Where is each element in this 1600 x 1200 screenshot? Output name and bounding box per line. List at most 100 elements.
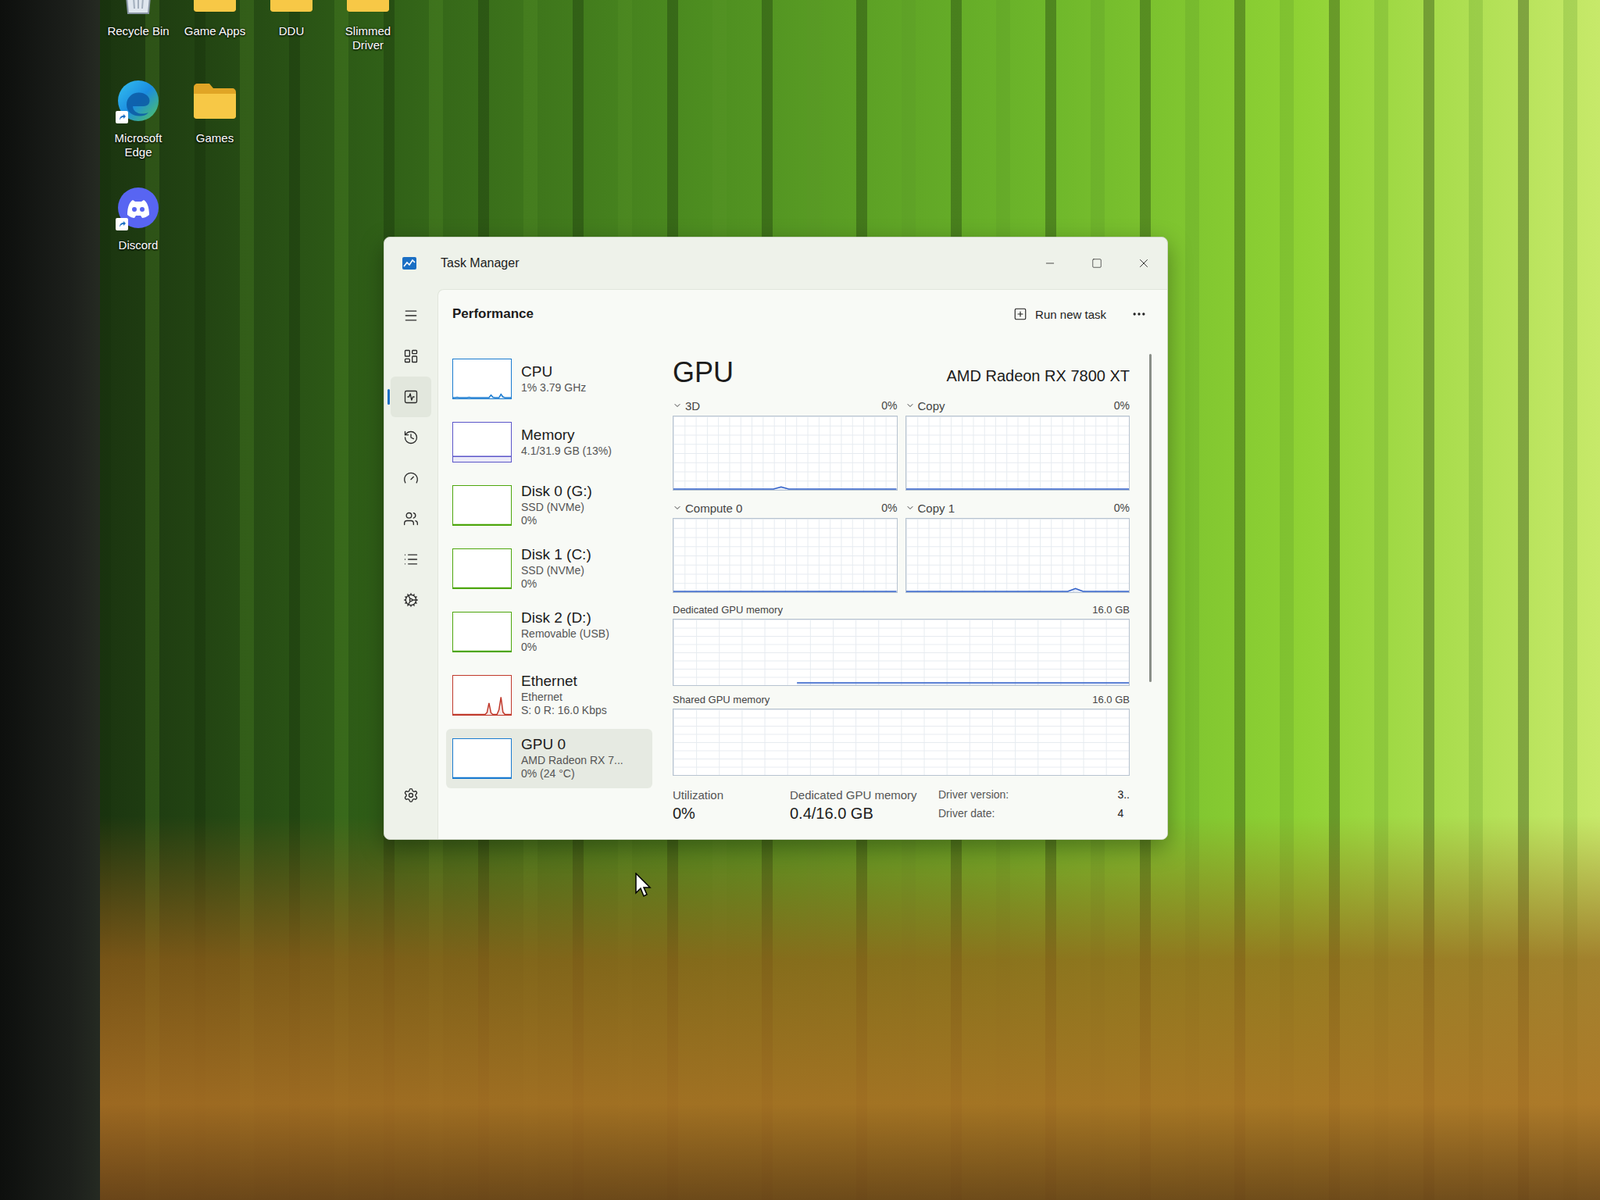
chart-area — [796, 682, 1129, 686]
device-item[interactable]: EthernetEthernetS: 0 R: 16.0 Kbps — [446, 665, 653, 725]
engine-label-row[interactable]: Copy0% — [905, 399, 1131, 413]
window-controls — [1026, 237, 1168, 290]
device-thumbnail — [452, 421, 512, 463]
nav-button[interactable] — [390, 417, 432, 458]
services-icon — [403, 592, 419, 608]
scrollbar[interactable] — [1149, 353, 1152, 683]
monitor-bezel — [0, 0, 100, 1200]
engine-chart — [906, 518, 1130, 593]
memory-max: 16.0 GB — [1092, 603, 1130, 616]
nav-button[interactable] — [390, 539, 432, 580]
desktop-icon[interactable]: Microsoft Edge — [100, 70, 177, 178]
maximize-button[interactable] — [1073, 237, 1121, 290]
folder-icon — [268, 0, 315, 14]
run-new-task-button[interactable]: Run new task — [1005, 302, 1115, 326]
device-chart — [453, 359, 511, 399]
device-detail: 0% (24 °C) — [521, 767, 624, 782]
device-detail: Removable (USB) — [521, 627, 610, 642]
desktop-icon[interactable]: Game Apps — [176, 0, 254, 71]
task-manager-icon — [401, 255, 418, 272]
nav-button[interactable] — [390, 579, 432, 621]
device-item[interactable]: GPU 0AMD Radeon RX 7...0% (24 °C) — [446, 728, 653, 789]
device-text: Disk 1 (C:)SSD (NVMe)0% — [521, 546, 592, 592]
shortcut-badge — [115, 217, 129, 231]
desktop-icon[interactable]: Recycle Bin — [100, 0, 177, 71]
device-detail: 0% — [521, 640, 610, 655]
chart-line — [453, 777, 511, 779]
chart-area — [453, 524, 511, 525]
engine-reading: 0% — [1114, 399, 1130, 412]
folder-icon — [192, 0, 238, 14]
device-item[interactable]: Disk 1 (C:)SSD (NVMe)0% — [446, 539, 653, 599]
desktop-icon-image — [114, 76, 163, 125]
mouse-cursor-icon — [635, 872, 653, 898]
device-thumbnail — [452, 485, 512, 526]
device-text: GPU 0AMD Radeon RX 7...0% (24 °C) — [521, 735, 624, 782]
device-name: GPU 0 — [521, 735, 624, 754]
device-detail: SSD (NVMe) — [521, 564, 592, 579]
engine-reading: 0% — [881, 399, 897, 412]
device-detail: 1% 3.79 GHz — [521, 381, 586, 396]
desktop-icon-image — [343, 0, 393, 18]
desktop-icon-row: Microsoft EdgeGames — [100, 70, 1600, 178]
desktop-icon-image — [114, 0, 163, 18]
chart-line — [673, 590, 897, 593]
nav-button[interactable] — [390, 376, 432, 418]
nav-button[interactable] — [390, 335, 432, 377]
engine-graph: 3D0% — [672, 399, 898, 491]
device-item[interactable]: Disk 2 (D:)Removable (USB)0% — [446, 602, 653, 662]
chart-line — [796, 682, 1129, 684]
nav-strip — [384, 289, 438, 840]
shortcut-badge — [115, 110, 129, 124]
device-name: Disk 1 (C:) — [521, 546, 592, 565]
settings-button[interactable] — [390, 775, 432, 816]
engine-label-row[interactable]: Compute 00% — [672, 501, 898, 515]
engine-chart-box — [905, 517, 1131, 593]
desktop: Recycle BinGame AppsDDUSlimmed DriverMic… — [100, 0, 1600, 1200]
device-item[interactable]: Disk 0 (G:)SSD (NVMe)0% — [446, 475, 653, 536]
gpu-header: GPUAMD Radeon RX 7800 XT — [672, 357, 1130, 389]
task-manager-window[interactable]: Task ManagerPerformanceRun new taskCPU1%… — [383, 236, 1168, 840]
device-item[interactable]: CPU1% 3.79 GHz — [446, 349, 653, 409]
more-button[interactable] — [1126, 301, 1152, 327]
device-detail: S: 0 R: 16.0 Kbps — [521, 703, 608, 718]
engine-graph: Copy 10% — [905, 501, 1131, 593]
desktop-icon[interactable]: Games — [176, 70, 254, 178]
nav-button[interactable] — [390, 498, 432, 540]
stat: Utilization0% — [672, 788, 775, 823]
desktop-icon[interactable]: Discord — [100, 177, 177, 285]
engine-label-row[interactable]: Copy 10% — [905, 501, 1131, 515]
close-button[interactable] — [1120, 237, 1168, 290]
minimize-button[interactable] — [1026, 237, 1074, 290]
device-list: CPU1% 3.79 GHzMemory4.1/31.9 GB (13%)Dis… — [446, 349, 653, 840]
nav-button[interactable] — [390, 457, 432, 499]
shortcut-arrow-icon — [117, 219, 127, 229]
device-text: CPU1% 3.79 GHz — [521, 363, 586, 395]
engine-graph: Copy0% — [905, 399, 1131, 491]
settings-icon — [403, 787, 419, 804]
device-name: Disk 0 (G:) — [521, 482, 593, 501]
chart-area — [673, 486, 897, 490]
device-chart — [453, 549, 511, 589]
desktop-icon[interactable]: Slimmed Driver — [329, 0, 407, 71]
chevron-down-icon — [905, 503, 915, 513]
stat-label: Dedicated GPU memory — [789, 788, 923, 802]
engine-reading: 0% — [881, 501, 897, 515]
desktop-icon[interactable]: DDU — [253, 0, 330, 71]
engine-chart-box — [905, 415, 1131, 491]
detail-label: Driver date: — [938, 807, 1009, 823]
engine-label-row[interactable]: 3D0% — [672, 399, 898, 413]
chevron-down-icon — [672, 400, 683, 411]
device-detail: 4.1/31.9 GB (13%) — [521, 444, 612, 459]
device-detail: AMD Radeon RX 7... — [521, 753, 624, 768]
chart-area — [453, 587, 511, 589]
device-name: CPU — [521, 363, 586, 382]
nav-button[interactable] — [390, 295, 432, 336]
desktop-icon-image — [267, 0, 316, 18]
screen: Recycle BinGame AppsDDUSlimmed DriverMic… — [0, 0, 1600, 1200]
window-title: Task Manager — [440, 256, 1004, 271]
device-item[interactable]: Memory4.1/31.9 GB (13%) — [446, 412, 653, 472]
main-panel: PerformanceRun new taskCPU1% 3.79 GHzMem… — [437, 289, 1168, 840]
minimize-icon — [1043, 257, 1057, 270]
title-bar[interactable]: Task Manager — [384, 237, 1168, 290]
